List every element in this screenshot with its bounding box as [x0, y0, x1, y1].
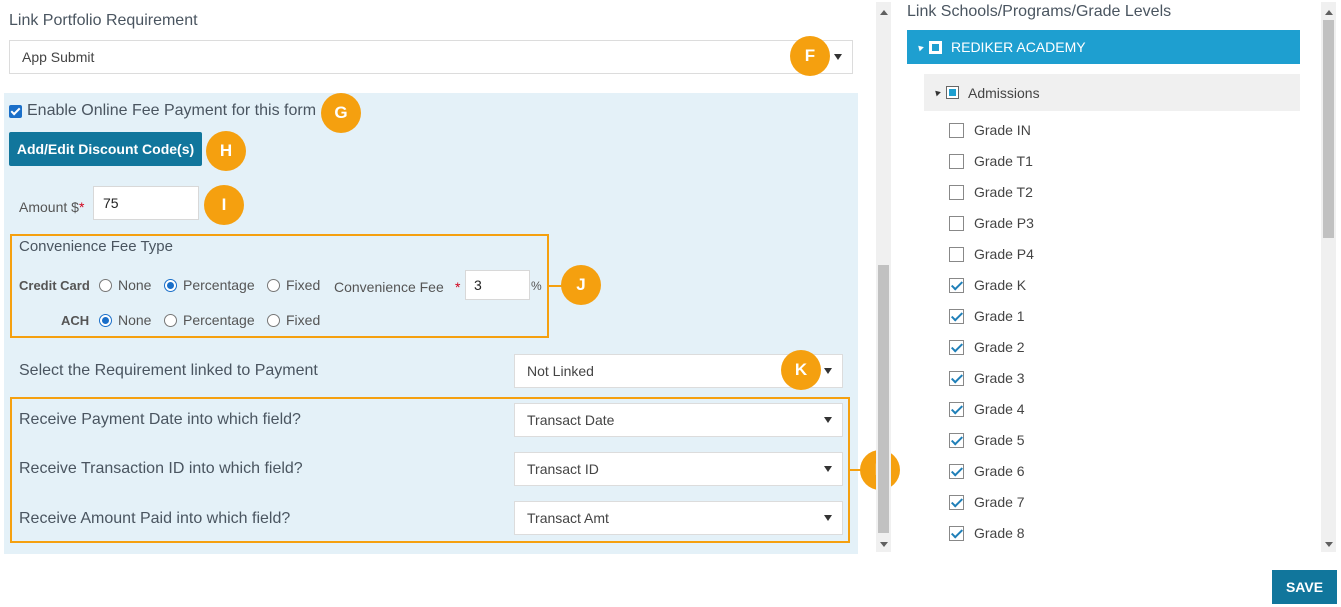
grade-label: Grade T1 [974, 153, 1033, 169]
radio-selected-icon [99, 314, 112, 327]
grade-checkbox[interactable] [949, 526, 964, 541]
partial-checkbox-icon[interactable] [929, 40, 942, 54]
chevron-down-icon [824, 466, 832, 472]
grade-checkbox[interactable] [949, 495, 964, 510]
grade-checkbox[interactable] [949, 371, 964, 386]
ach-radio-none[interactable]: None [99, 312, 151, 328]
grade-checkbox[interactable] [949, 340, 964, 355]
credit-card-label: Credit Card [19, 278, 90, 293]
amount-paid-label: Receive Amount Paid into which field? [19, 510, 291, 527]
expand-triangle-icon[interactable] [933, 88, 941, 97]
grade-label: Grade 8 [974, 525, 1025, 541]
scroll-down-icon[interactable] [1325, 542, 1333, 547]
right-scrollbar-thumb[interactable] [1323, 20, 1334, 238]
ach-radio-fixed[interactable]: Fixed [267, 312, 320, 328]
ach-radio-percentage[interactable]: Percentage [164, 312, 255, 328]
callout-marker-g: G [321, 93, 361, 133]
transaction-id-label: Receive Transaction ID into which field? [19, 460, 303, 477]
callout-marker-k: K [781, 350, 821, 390]
grade-label: Grade 7 [974, 494, 1025, 510]
tree-sub-item[interactable]: Admissions [924, 74, 1300, 111]
chevron-down-icon [834, 54, 842, 60]
portfolio-title: Link Portfolio Requirement [9, 12, 198, 29]
cc-radio-percentage[interactable]: Percentage [164, 277, 255, 293]
radio-selected-icon [164, 279, 177, 292]
tree-root-label: REDIKER ACADEMY [951, 39, 1086, 55]
callout-marker-f: F [790, 36, 830, 76]
grade-label: Grade 4 [974, 401, 1025, 417]
linked-selected-value: Not Linked [527, 363, 594, 379]
grade-label: Grade P3 [974, 215, 1034, 231]
amount-paid-value: Transact Amt [527, 510, 609, 526]
tree-root-item[interactable]: REDIKER ACADEMY [907, 30, 1300, 64]
grade-checkbox[interactable] [949, 433, 964, 448]
portfolio-select[interactable]: App Submit [9, 40, 853, 74]
grade-checkbox[interactable] [949, 464, 964, 479]
cc-radio-none[interactable]: None [99, 277, 151, 293]
scroll-down-icon[interactable] [880, 542, 888, 547]
scroll-up-icon[interactable] [1325, 10, 1333, 15]
grade-label: Grade IN [974, 122, 1031, 138]
save-button[interactable]: SAVE [1272, 570, 1337, 604]
enable-fee-checkbox[interactable] [9, 105, 22, 118]
grade-checkbox[interactable] [949, 216, 964, 231]
grade-label: Grade P4 [974, 246, 1034, 262]
radio-icon [99, 279, 112, 292]
chevron-down-icon [824, 368, 832, 374]
tree-title: Link Schools/Programs/Grade Levels [907, 3, 1172, 20]
linked-requirement-label: Select the Requirement linked to Payment [19, 362, 318, 379]
transaction-id-select[interactable]: Transact ID [514, 452, 843, 486]
grade-label: Grade K [974, 277, 1027, 293]
grade-checkbox[interactable] [949, 402, 964, 417]
convenience-fee-title: Convenience Fee Type [19, 238, 173, 255]
convenience-fee-input[interactable]: 3 [465, 270, 530, 300]
callout-marker-h: H [206, 131, 246, 171]
transaction-id-value: Transact ID [527, 461, 599, 477]
convenience-fee-label: Convenience Fee [334, 279, 444, 295]
chevron-down-icon [824, 417, 832, 423]
amount-input[interactable]: 75 [93, 186, 199, 220]
amount-label: Amount $* [19, 199, 85, 215]
grade-checkbox[interactable] [949, 247, 964, 262]
enable-fee-label: Enable Online Fee Payment for this form [27, 102, 317, 119]
discount-code-button[interactable]: Add/Edit Discount Code(s) [9, 132, 202, 166]
percent-unit: % [531, 279, 542, 293]
left-scrollbar-thumb[interactable] [878, 265, 889, 533]
portfolio-selected-value: App Submit [22, 49, 95, 65]
radio-icon [267, 314, 280, 327]
grade-checkbox[interactable] [949, 309, 964, 324]
grade-label: Grade T2 [974, 184, 1033, 200]
callout-marker-j: J [561, 265, 601, 305]
callout-marker-i: I [204, 185, 244, 225]
payment-date-label: Receive Payment Date into which field? [19, 411, 301, 428]
grade-label: Grade 5 [974, 432, 1025, 448]
scroll-up-icon[interactable] [880, 10, 888, 15]
chevron-down-icon [824, 515, 832, 521]
payment-date-select[interactable]: Transact Date [514, 403, 843, 437]
radio-icon [164, 314, 177, 327]
grade-checkbox[interactable] [949, 278, 964, 293]
grade-label: Grade 2 [974, 339, 1025, 355]
amount-paid-select[interactable]: Transact Amt [514, 501, 843, 535]
convenience-fee-required: * [455, 279, 461, 295]
radio-icon [267, 279, 280, 292]
grade-checkbox[interactable] [949, 154, 964, 169]
grade-label: Grade 1 [974, 308, 1025, 324]
ach-label: ACH [61, 313, 90, 328]
grade-checkbox[interactable] [949, 185, 964, 200]
grade-label: Grade 3 [974, 370, 1025, 386]
grade-label: Grade 6 [974, 463, 1025, 479]
partial-checkbox-icon[interactable] [946, 86, 959, 99]
grade-checkbox[interactable] [949, 123, 964, 138]
payment-date-value: Transact Date [527, 412, 615, 428]
cc-radio-fixed[interactable]: Fixed [267, 277, 320, 293]
tree-sub-label: Admissions [968, 84, 1040, 101]
expand-triangle-icon[interactable] [916, 43, 924, 51]
